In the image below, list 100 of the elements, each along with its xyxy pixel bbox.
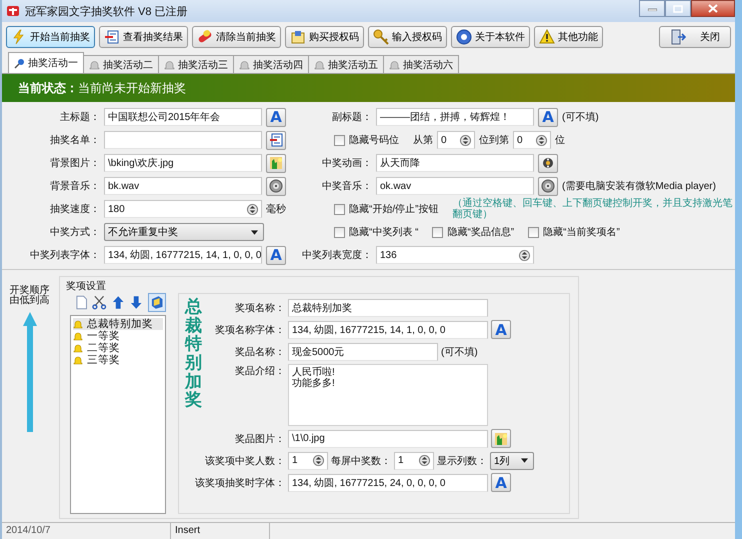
reel-icon: [541, 156, 555, 170]
status-label: 当前状态：: [18, 80, 78, 96]
text-field[interactable]: [104, 131, 262, 149]
field-label: 位: [555, 134, 565, 147]
toolbar-button[interactable]: 关于本软件: [451, 26, 530, 48]
maximize-icon: [673, 4, 683, 12]
text-field[interactable]: \bking\欢庆.jpg: [104, 154, 262, 172]
field-label: 每屏中奖数：: [331, 454, 391, 468]
text-field[interactable]: ok.wav: [376, 177, 534, 195]
minimize-icon: [648, 6, 656, 10]
spin-field[interactable]: 1: [288, 452, 328, 470]
field-label: 中奖动画：: [321, 156, 372, 170]
font-button[interactable]: A: [266, 246, 286, 264]
text-field[interactable]: 中国联想公司2015年年会: [104, 108, 262, 126]
image-button[interactable]: [266, 154, 286, 172]
checkbox-label: 隐藏“当前奖项名”: [543, 226, 620, 239]
checkbox[interactable]: [334, 134, 345, 146]
prize-list-item[interactable]: 二等奖: [73, 342, 163, 354]
bell-icon: [389, 59, 400, 70]
tab[interactable]: 抽奖活动四: [233, 55, 309, 73]
text-field[interactable]: bk.wav: [104, 177, 262, 195]
new-document-icon[interactable]: [74, 294, 88, 310]
text-field[interactable]: 从天而降: [376, 154, 534, 172]
prize-list-item[interactable]: 总裁特别加奖: [73, 318, 163, 330]
text-field[interactable]: 134, 幼圆, 16777215, 24, 0, 0, 0, 0: [288, 474, 488, 492]
tab[interactable]: 抽奖活动六: [383, 55, 459, 73]
list-icon: [269, 133, 283, 147]
toolbar-button[interactable]: 查看抽奖结果: [99, 26, 188, 48]
tab[interactable]: 抽奖活动三: [158, 55, 234, 73]
close-icon: [708, 4, 718, 13]
move-up-icon[interactable]: [110, 294, 126, 310]
sound-button[interactable]: [538, 176, 558, 196]
toolbar-button[interactable]: 清除当前抽奖: [192, 26, 281, 48]
text-area[interactable]: 人民币啦! 功能多多!: [288, 364, 488, 426]
tab[interactable]: 抽奖活动一: [8, 52, 84, 73]
window-title: 冠军家园文字抽奖软件 V8 已注册: [25, 4, 189, 18]
spin-field[interactable]: 136: [376, 246, 534, 264]
text-field[interactable]: 现金5000元: [288, 342, 438, 360]
image-icon: [494, 432, 508, 446]
bell-icon: [239, 59, 250, 70]
text-field[interactable]: 134, 幼圆, 16777215, 14, 1, 0, 0, 0: [288, 320, 488, 338]
font-button[interactable]: A: [538, 108, 558, 126]
maximize-button[interactable]: [665, 0, 691, 17]
spin-field[interactable]: 180: [104, 200, 262, 218]
text-field[interactable]: 134, 幼圆, 16777215, 14, 1, 0, 0, 0: [104, 246, 262, 264]
sound-button[interactable]: [266, 176, 286, 196]
text-field[interactable]: 总裁特别加奖: [288, 298, 488, 316]
cut-icon[interactable]: [92, 294, 107, 310]
key-icon: [373, 29, 389, 45]
checkbox[interactable]: [334, 204, 345, 214]
checkbox[interactable]: [334, 226, 345, 238]
image-button[interactable]: [491, 429, 511, 448]
prize-list-item[interactable]: 一等奖: [73, 330, 163, 342]
tab[interactable]: 抽奖活动五: [308, 55, 384, 73]
text-field[interactable]: \1\0.jpg: [288, 430, 488, 448]
image-icon: [269, 156, 283, 170]
prize-heading: 总裁特别加奖: [185, 298, 203, 410]
spin-icon[interactable]: [313, 455, 324, 466]
font-button[interactable]: A: [491, 473, 511, 492]
dropdown[interactable]: 不允许重复中奖: [104, 223, 264, 241]
spin-icon[interactable]: [419, 455, 430, 466]
text-field[interactable]: ———团结，拼搏，铸辉煌！: [376, 108, 534, 126]
toolbar-button[interactable]: 开始当前抽奖: [6, 26, 95, 48]
move-down-icon[interactable]: [129, 294, 144, 310]
toolbar-button[interactable]: 其他功能: [534, 26, 603, 48]
spin-field[interactable]: 1: [394, 452, 434, 470]
bell-icon: [314, 59, 325, 70]
spin-field[interactable]: 0: [437, 131, 475, 149]
font-button[interactable]: A: [266, 108, 286, 126]
field-label: 主标题：: [59, 110, 100, 124]
close-app-button[interactable]: 关闭: [659, 26, 731, 48]
toolbar-button[interactable]: 购买授权码: [285, 26, 364, 48]
toolbar-button[interactable]: 输入授权码: [368, 26, 447, 48]
checkbox[interactable]: [528, 226, 540, 238]
field-label: 该奖项抽奖时字体：: [194, 476, 285, 490]
animation-button[interactable]: [538, 154, 558, 172]
spin-field[interactable]: 0: [513, 131, 551, 149]
prize-list-item[interactable]: 三等奖: [73, 354, 163, 366]
import-button[interactable]: [266, 130, 286, 150]
pin-icon: [14, 58, 25, 68]
field-label: 抽奖速度：: [49, 202, 100, 216]
spin-icon[interactable]: [536, 134, 547, 146]
field-label: 奖项名称：: [234, 302, 285, 314]
list-icon: [104, 29, 120, 45]
field-label: 显示列数：: [437, 454, 487, 468]
hint-text: (可不填): [441, 346, 478, 358]
spin-icon[interactable]: [460, 134, 471, 146]
tab[interactable]: 抽奖活动二: [83, 55, 159, 73]
help-icon: [456, 29, 472, 45]
unit-label: 毫秒: [266, 202, 286, 216]
spin-icon[interactable]: [519, 250, 530, 260]
close-button[interactable]: [691, 0, 735, 17]
box-icon: [290, 29, 306, 45]
dropdown[interactable]: 1列: [490, 452, 534, 470]
order-hint: 开奖顺序: [10, 286, 50, 296]
spin-icon[interactable]: [247, 204, 258, 214]
minimize-button[interactable]: [639, 0, 665, 17]
checkbox[interactable]: [432, 226, 444, 238]
font-button[interactable]: A: [491, 320, 511, 339]
book-icon[interactable]: [148, 292, 166, 312]
